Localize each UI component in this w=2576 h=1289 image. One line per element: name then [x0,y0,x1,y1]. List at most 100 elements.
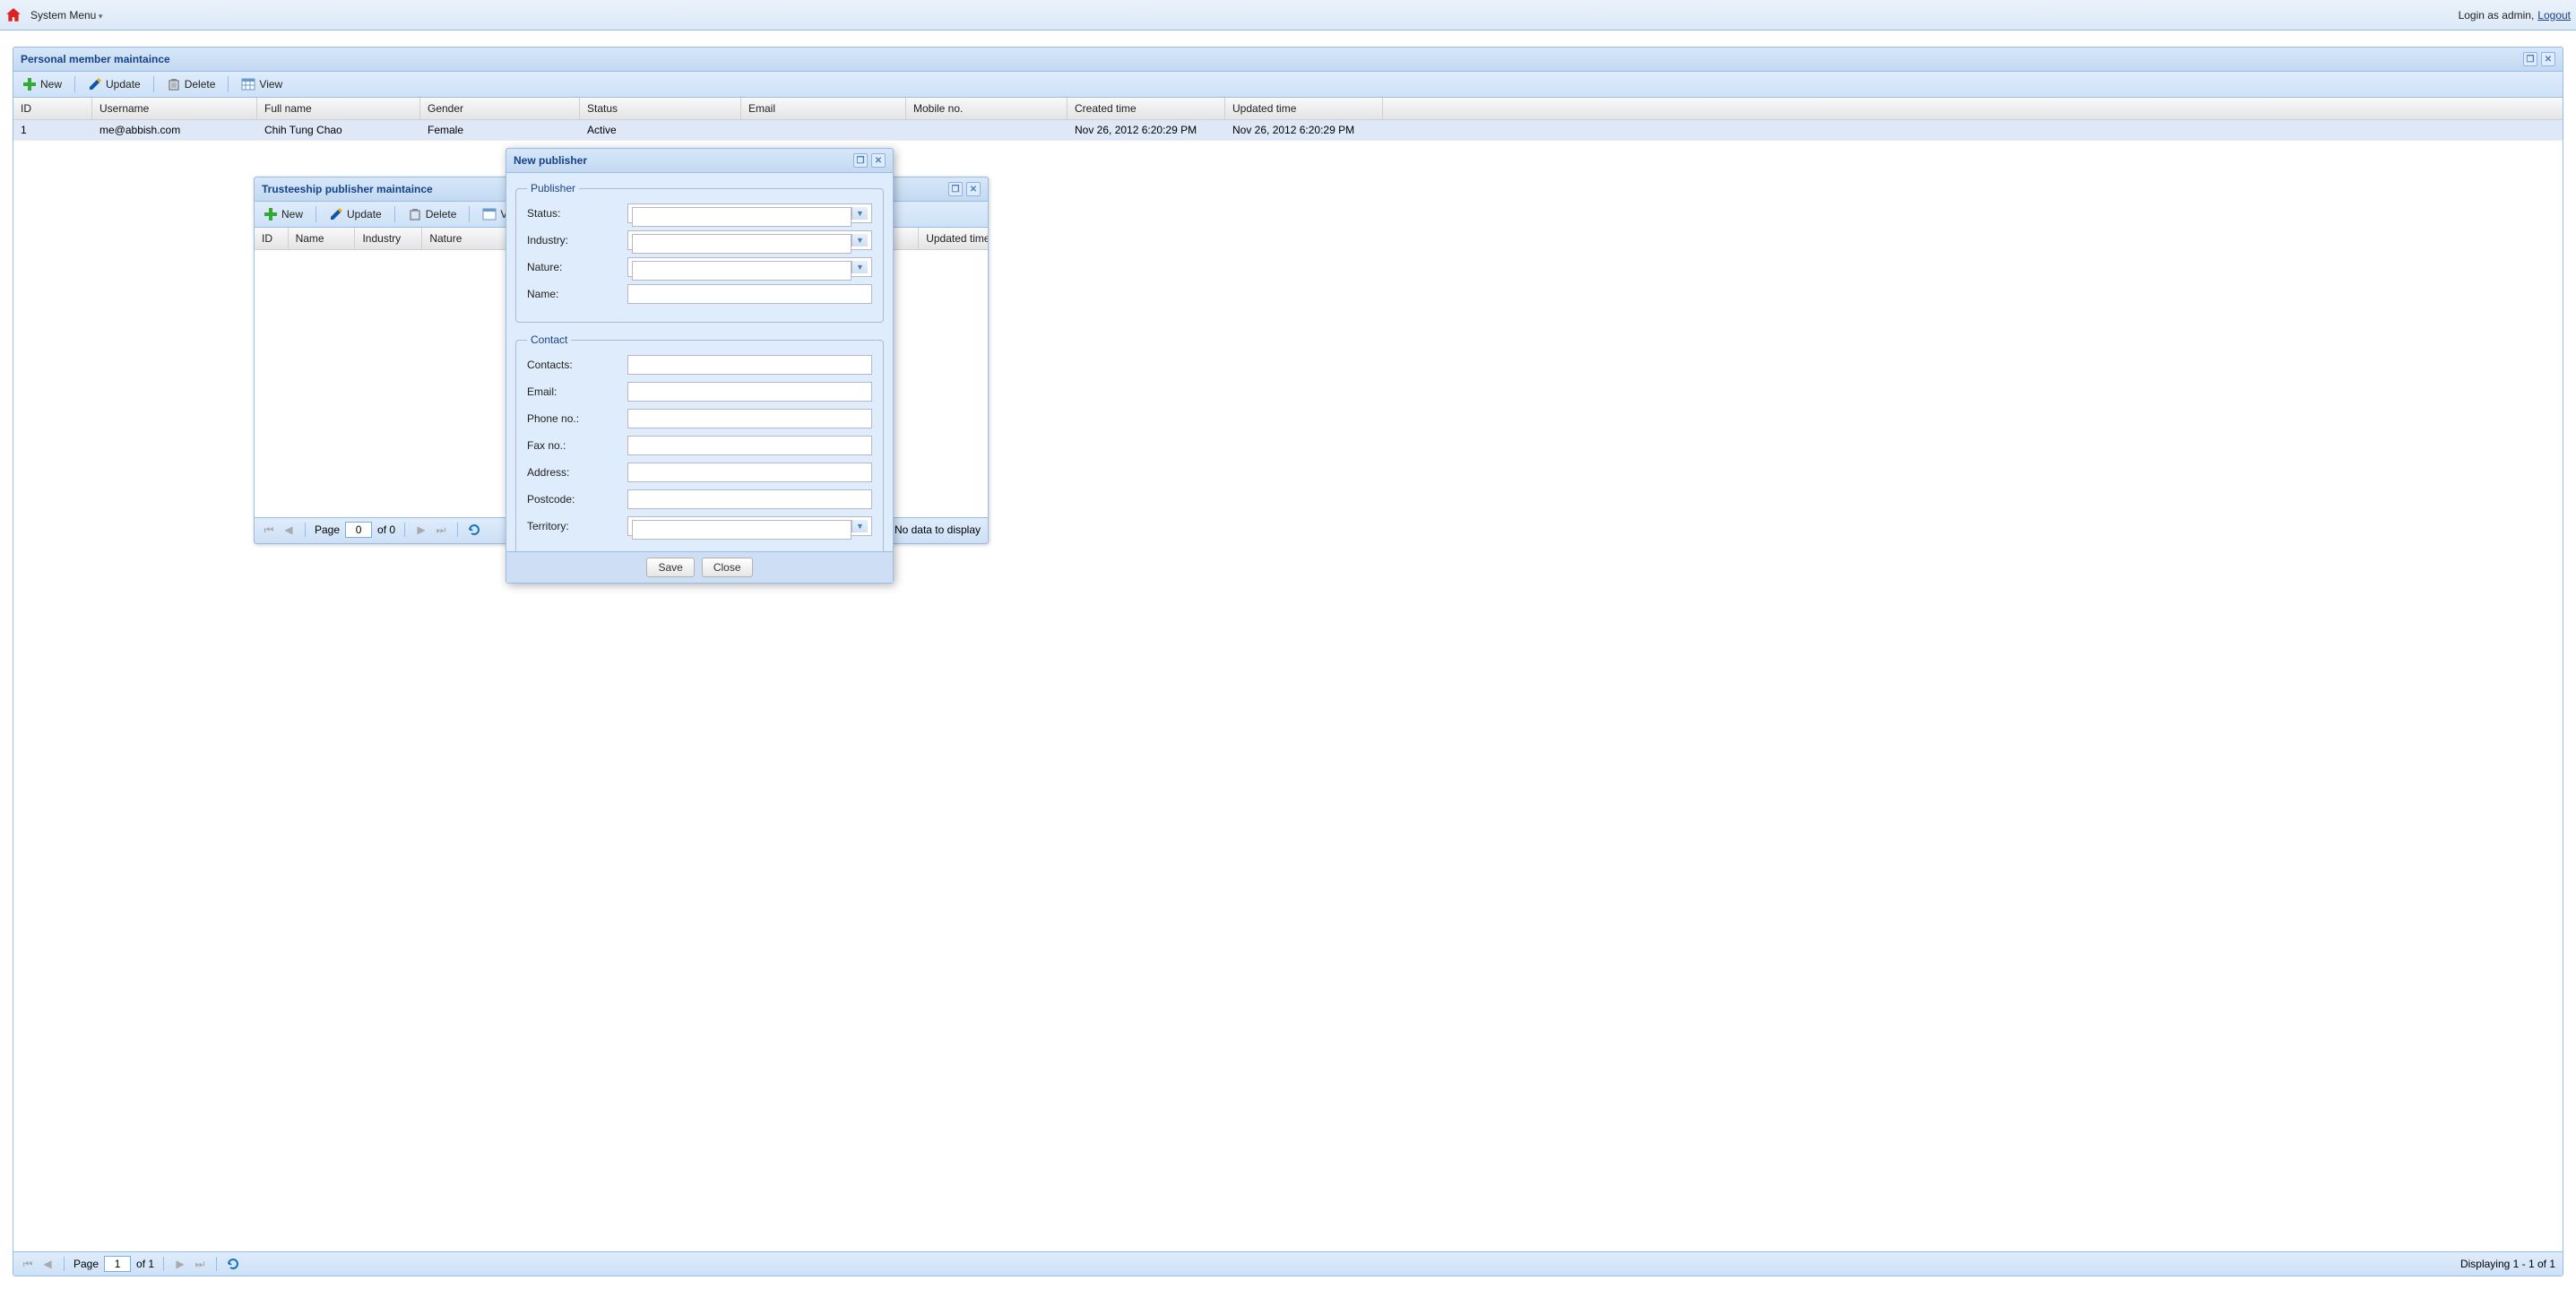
nature-combo[interactable]: ▼ [627,257,872,277]
fax-label: Fax no.: [527,439,627,452]
logout-link[interactable]: Logout [2537,9,2571,22]
last-page-icon[interactable]: ⏭ [193,1257,207,1271]
new-button[interactable]: New [19,75,65,93]
col-name[interactable]: Name [289,228,356,249]
system-menu[interactable]: System Menu [25,7,108,23]
chevron-down-icon[interactable]: ▼ [851,207,868,220]
update-button[interactable]: Update [84,75,144,93]
col-email[interactable]: Email [741,98,906,119]
col-industry[interactable]: Industry [355,228,422,249]
table-icon [482,207,497,221]
email-label: Email: [527,385,627,398]
status-combo[interactable]: ▼ [627,203,872,223]
table-row[interactable]: 1 me@abbish.com Chih Tung Chao Female Ac… [13,120,2563,141]
close-button[interactable]: Close [702,558,753,577]
industry-combo[interactable]: ▼ [627,230,872,250]
page-input[interactable] [345,522,372,538]
phone-input[interactable] [627,409,872,428]
contact-fieldset: Contact Contacts: Email: Phone no.: Fax … [515,333,884,551]
plus-icon [264,207,278,221]
prev-page-icon[interactable]: ◀ [40,1257,55,1271]
delete-label: Delete [185,78,216,91]
nature-input[interactable] [632,261,851,281]
status-input[interactable] [632,207,851,227]
fax-row: Fax no.: [527,436,872,455]
col-id[interactable]: ID [13,98,92,119]
first-page-icon[interactable]: ⏮ [262,523,276,537]
col-updated[interactable]: Updated time [1225,98,1383,119]
main-paging: ⏮ ◀ Page of 1 ▶ ⏭ Displaying 1 - 1 of 1 [13,1251,2563,1276]
close-icon[interactable]: ✕ [871,153,886,168]
main-grid-header: ID Username Full name Gender Status Emai… [13,98,2563,120]
chevron-down-icon[interactable]: ▼ [851,520,868,532]
phone-row: Phone no.: [527,409,872,428]
refresh-icon[interactable] [467,523,481,537]
dialog-header[interactable]: New publisher ❐ ✕ [506,149,893,173]
cell-email [741,120,906,140]
postcode-row: Postcode: [527,489,872,509]
maximize-icon[interactable]: ❐ [853,153,868,168]
new-button[interactable]: New [260,205,307,223]
cell-fullname: Chih Tung Chao [257,120,420,140]
first-page-icon[interactable]: ⏮ [21,1257,35,1271]
main-panel-tools: ❐ ✕ [2523,52,2555,66]
contacts-row: Contacts: [527,355,872,375]
postcode-input[interactable] [627,489,872,509]
territory-label: Territory: [527,520,627,532]
fax-input[interactable] [627,436,872,455]
close-icon[interactable]: ✕ [2541,52,2555,66]
view-button[interactable]: View [238,75,286,93]
email-input[interactable] [627,382,872,402]
prev-page-icon[interactable]: ◀ [281,523,296,537]
phone-label: Phone no.: [527,412,627,425]
email-row: Email: [527,382,872,402]
separator [64,1257,65,1271]
territory-input[interactable] [632,520,851,540]
page-label: Page [73,1258,99,1270]
col-id[interactable]: ID [255,228,289,249]
cell-created: Nov 26, 2012 6:20:29 PM [1068,120,1225,140]
page-of: of 1 [136,1258,154,1270]
industry-input[interactable] [632,234,851,254]
separator [404,523,405,537]
col-status[interactable]: Status [580,98,741,119]
col-gender[interactable]: Gender [420,98,580,119]
menubar-right: Login as admin, Logout [2459,9,2571,22]
next-page-icon[interactable]: ▶ [173,1257,187,1271]
col-username[interactable]: Username [92,98,257,119]
cell-mobile [906,120,1068,140]
col-mobile[interactable]: Mobile no. [906,98,1068,119]
update-button[interactable]: Update [325,205,385,223]
col-fullname[interactable]: Full name [257,98,420,119]
next-page-icon[interactable]: ▶ [414,523,428,537]
name-input[interactable] [627,284,872,304]
last-page-icon[interactable]: ⏭ [434,523,448,537]
territory-row: Territory: ▼ [527,516,872,536]
chevron-down-icon[interactable]: ▼ [851,261,868,273]
address-row: Address: [527,463,872,482]
paging-left: ⏮ ◀ Page of 1 ▶ ⏭ [21,1256,240,1272]
page-input[interactable] [104,1256,131,1272]
status-label: Status: [527,207,627,220]
main-panel-header[interactable]: Personal member maintaince ❐ ✕ [13,48,2563,72]
close-icon[interactable]: ✕ [966,182,981,196]
delete-button[interactable]: Delete [163,75,220,93]
contact-legend: Contact [527,333,571,346]
territory-combo[interactable]: ▼ [627,516,872,536]
refresh-icon[interactable] [226,1257,240,1271]
address-label: Address: [527,466,627,479]
new-publisher-dialog: New publisher ❐ ✕ Publisher Status: ▼ In… [506,148,894,584]
delete-label: Delete [426,208,457,221]
maximize-icon[interactable]: ❐ [948,182,963,196]
save-button[interactable]: Save [646,558,694,577]
contacts-input[interactable] [627,355,872,375]
address-input[interactable] [627,463,872,482]
col-updated-time[interactable]: Updated time [919,228,988,249]
delete-button[interactable]: Delete [404,205,461,223]
dialog-tools: ❐ ✕ [853,153,886,168]
paging-display: No data to display [895,523,981,536]
chevron-down-icon[interactable]: ▼ [851,234,868,247]
separator [163,1257,164,1271]
col-created[interactable]: Created time [1068,98,1225,119]
maximize-icon[interactable]: ❐ [2523,52,2537,66]
